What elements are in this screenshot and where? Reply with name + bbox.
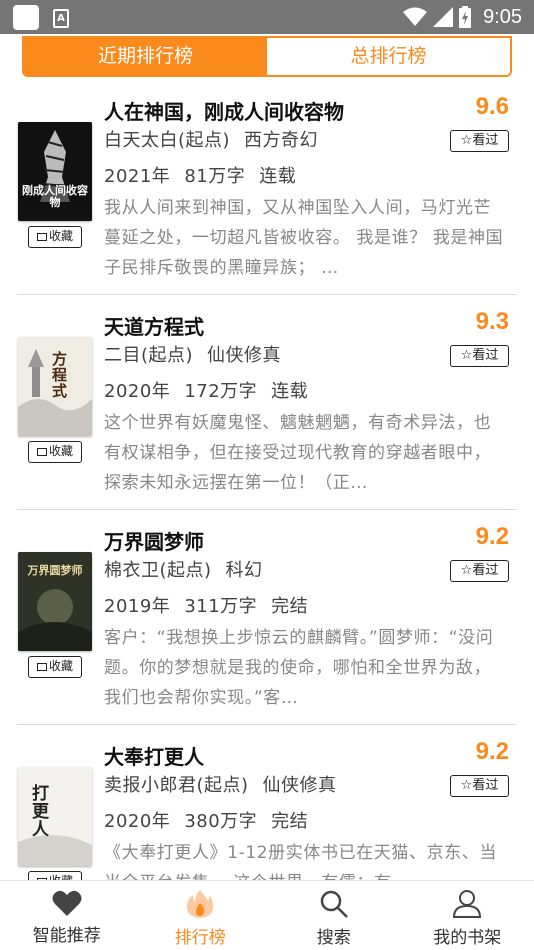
seen-button[interactable]: ☆看过	[450, 130, 509, 152]
book-author-genre: 卖报小郎君(起点) 仙侠修真	[104, 771, 351, 797]
nav-search[interactable]: 搜索	[267, 881, 401, 950]
wifi-icon	[403, 7, 428, 26]
nav-bookshelf[interactable]: 我的书架	[401, 881, 534, 950]
bottom-nav: 智能推荐 排行榜 搜索 我的书架	[0, 880, 534, 950]
book-cover[interactable]: 方程式	[18, 337, 92, 436]
book-description: 这个世界有妖魔鬼怪、魑魅魍魉，有奇术异法，也有权谋相争，但在接受过现代教育的穿越…	[104, 413, 492, 493]
ranking-tabs: 近期排行榜 总排行榜	[22, 36, 512, 77]
book-title[interactable]: 大奉打更人	[104, 741, 204, 770]
favorite-button[interactable]: 收藏	[28, 441, 82, 463]
flame-icon	[187, 890, 214, 918]
favorite-button[interactable]: 收藏	[28, 871, 82, 880]
book-score: 9.2	[475, 523, 509, 550]
book-title[interactable]: 人在神国，刚成人间收容物	[104, 96, 344, 125]
book-genre: 科幻	[225, 560, 263, 581]
favorite-button[interactable]: 收藏	[28, 226, 82, 248]
book-year: 2020年	[104, 811, 171, 832]
book-genre: 仙侠修真	[207, 345, 282, 366]
user-icon	[453, 890, 482, 918]
book-author-genre: 白天太白(起点) 西方奇幻	[104, 126, 332, 152]
heart-icon	[52, 890, 82, 916]
book-description: 《大奉打更人》1-12册实体书已在天猫、京东、当当全平台发售。 这个世界，有儒；…	[104, 843, 497, 880]
cover-title: 打更人	[32, 784, 49, 840]
book-stats: 2020年 172万字 连载	[104, 377, 322, 403]
book-year: 2020年	[104, 381, 171, 402]
book-status: 连载	[259, 166, 297, 187]
cover-title: 方程式	[52, 350, 68, 400]
book-status: 完结	[271, 596, 309, 617]
book-description: 客户：“我想换上步惊云的麒麟臂。”圆梦师：“没问题。你的梦想就是我的使命，哪怕和…	[104, 628, 494, 708]
cover-title: 刚成人间收容物	[22, 184, 88, 209]
book-cover[interactable]: 刚成人间收容物	[18, 122, 92, 221]
seen-button[interactable]: ☆看过	[450, 560, 509, 582]
book-words: 311万字	[184, 596, 258, 617]
book-genre: 西方奇幻	[244, 130, 319, 151]
book-list[interactable]: 刚成人间收容物 收藏 人在神国，刚成人间收容物 9.6 白天太白(起点) 西方奇幻…	[0, 80, 534, 880]
book-year: 2021年	[104, 166, 171, 187]
book-author-genre: 棉衣卫(起点) 科幻	[104, 556, 277, 582]
book-author: 棉衣卫(起点)	[104, 560, 212, 581]
book-words: 81万字	[184, 166, 246, 187]
seen-button[interactable]: ☆看过	[450, 775, 509, 797]
book-author: 卖报小郎君(起点)	[104, 775, 249, 796]
book-author: 白天太白(起点)	[104, 130, 231, 151]
book-stats: 2021年 81万字 连载	[104, 162, 310, 188]
book-status: 完结	[271, 811, 309, 832]
book-status: 连载	[271, 381, 309, 402]
book-words: 380万字	[184, 811, 258, 832]
book-score: 9.2	[475, 738, 509, 765]
search-icon	[320, 890, 348, 918]
tab-recent-ranking[interactable]: 近期排行榜	[24, 38, 267, 75]
book-title[interactable]: 万界圆梦师	[104, 526, 204, 555]
favorite-icon	[36, 233, 47, 241]
favorite-button[interactable]: 收藏	[28, 656, 82, 678]
book-score: 9.6	[475, 93, 509, 120]
book-description: 我从人间来到神国，又从神国坠入人间，马灯光芒蔓延之处，一切超凡皆被收容。 我是谁…	[104, 198, 504, 278]
list-item[interactable]: 万界圆梦师 收藏 万界圆梦师 9.2 棉衣卫(起点) 科幻 ☆看过 2019年 31…	[0, 510, 534, 725]
book-cover[interactable]: 万界圆梦师	[18, 552, 92, 651]
book-author-genre: 二目(起点) 仙侠修真	[104, 341, 295, 367]
favorite-icon	[36, 663, 47, 671]
book-words: 172万字	[184, 381, 258, 402]
list-item[interactable]: 方程式 收藏 天道方程式 9.3 二目(起点) 仙侠修真 ☆看过 2020年 172…	[0, 295, 534, 510]
nav-label: 排行榜	[174, 928, 226, 948]
tab-overall-ranking[interactable]: 总排行榜	[267, 38, 510, 75]
nav-recommend[interactable]: 智能推荐	[0, 881, 134, 950]
notification-icon	[13, 5, 39, 30]
signal-icon	[433, 7, 454, 27]
book-stats: 2019年 311万字 完结	[104, 592, 322, 618]
favorite-icon	[36, 448, 47, 456]
nav-ranking[interactable]: 排行榜	[134, 881, 268, 950]
book-stats: 2020年 380万字 完结	[104, 807, 322, 833]
book-year: 2019年	[104, 596, 171, 617]
nav-label: 智能推荐	[32, 926, 101, 946]
keyboard-icon: A	[53, 9, 69, 28]
list-item[interactable]: 打更人 收藏 大奉打更人 9.2 卖报小郎君(起点) 仙侠修真 ☆看过 2020年…	[0, 725, 534, 880]
clock: 9:05	[483, 5, 522, 28]
list-item[interactable]: 刚成人间收容物 收藏 人在神国，刚成人间收容物 9.6 白天太白(起点) 西方奇幻…	[0, 80, 534, 295]
seen-button[interactable]: ☆看过	[450, 345, 509, 367]
battery-icon	[459, 6, 472, 28]
book-score: 9.3	[475, 308, 509, 335]
book-title[interactable]: 天道方程式	[104, 311, 204, 340]
cover-title: 万界圆梦师	[27, 564, 83, 577]
book-cover[interactable]: 打更人	[18, 767, 92, 866]
status-bar: A 9:05	[0, 0, 534, 34]
nav-label: 我的书架	[433, 928, 502, 948]
book-author: 二目(起点)	[104, 345, 194, 366]
book-genre: 仙侠修真	[262, 775, 337, 796]
nav-label: 搜索	[316, 928, 351, 948]
